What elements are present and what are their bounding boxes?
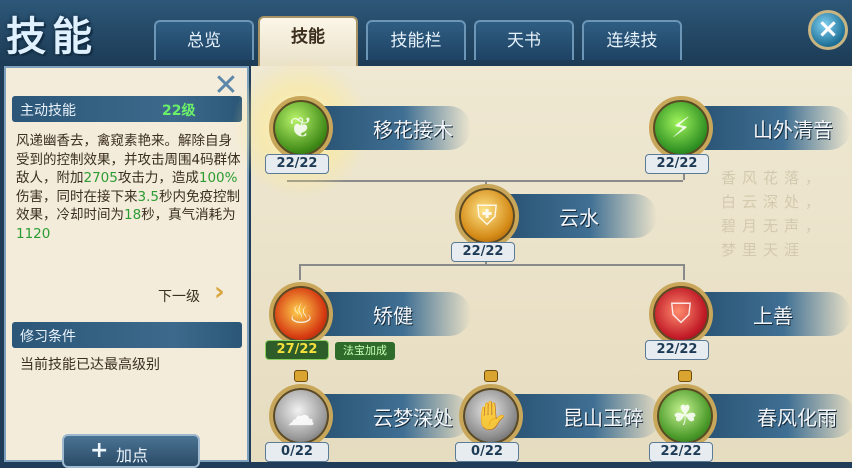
desc-text: 伤害，同时在接下来 [16, 188, 138, 205]
tab-combo[interactable]: 连续技 [582, 20, 682, 60]
skill-detail-panel: ✕ 主动技能 22级 风递幽香去，禽窥素艳来。解除自身受到的控制效果，并攻击周围… [4, 66, 249, 468]
chevron-right-icon[interactable]: › [214, 279, 236, 306]
skill-name: 上善 [753, 304, 793, 328]
lock-icon [484, 370, 498, 382]
tree-connector [299, 264, 683, 266]
tree-connector [683, 264, 685, 280]
close-icon[interactable]: × [808, 10, 848, 50]
skill-name-bar: 云水 [507, 194, 657, 238]
desc-text: 攻击力，造成 [117, 170, 199, 186]
skill-description: 风递幽香去，禽窥素艳来。解除自身受到的控制效果，并攻击周围4码群体敌人，附加27… [16, 132, 242, 243]
tab-label: 天书 [507, 31, 541, 51]
gold-shield-icon[interactable]: ⛨ [455, 184, 519, 248]
skill-name: 山外清音 [753, 118, 833, 142]
artifact-bonus-badge: 法宝加成 [335, 342, 395, 360]
skill-type-label: 主动技能 [20, 103, 76, 119]
red-shield-icon[interactable]: ⛉ [649, 282, 713, 346]
add-point-label: 加点 [116, 446, 149, 465]
skill-tree: 香风花落，白云深处，碧月无声，梦里天涯 移花接木 ❦ 22/22 山外清音 ⚡ … [231, 58, 852, 462]
skill-count: 22/22 [645, 154, 709, 174]
window-title: 技能 [6, 14, 98, 60]
tab-label: 总览 [187, 31, 221, 51]
grey-swirl-icon[interactable]: ☁ [269, 384, 333, 448]
skill-level: 22级 [162, 103, 196, 119]
plus-icon: + [90, 438, 109, 463]
desc-value: 2705 [83, 170, 118, 186]
green-blades-icon[interactable]: ⚡ [649, 96, 713, 160]
tab-label: 技能 [291, 27, 325, 47]
skill-name: 春风化雨 [757, 406, 837, 430]
condition-header: 修习条件 [12, 322, 242, 348]
skill-count: 22/22 [645, 340, 709, 360]
skill-name-bar: 移花接木 [321, 106, 471, 150]
tab-overview[interactable]: 总览 [154, 20, 254, 60]
add-point-button[interactable]: + 加点 [62, 434, 200, 468]
skill-name: 昆山玉碎 [563, 406, 643, 430]
tree-connector [299, 264, 301, 280]
desc-value: 1120 [16, 225, 51, 242]
tab-label: 连续技 [606, 31, 658, 51]
tab-heavenly-book[interactable]: 天书 [474, 20, 574, 60]
green-figure-icon[interactable]: ☘ [653, 384, 717, 448]
skill-count: 27/22 [265, 340, 329, 360]
skill-name: 移花接木 [373, 118, 453, 142]
skill-name: 云水 [559, 206, 599, 230]
skill-name-bar: 上善 [701, 292, 851, 336]
skill-count: 0/22 [455, 442, 519, 462]
desc-value: 100% [198, 170, 238, 186]
skill-count: 22/22 [451, 242, 515, 262]
skill-name-bar: 矫健 [321, 292, 471, 336]
skill-name-bar: 春风化雨 [705, 394, 852, 438]
skill-count: 0/22 [265, 442, 329, 462]
desc-text: 秒，真气消耗为 [141, 207, 236, 223]
skill-count: 22/22 [649, 442, 713, 462]
condition-title: 修习条件 [20, 329, 76, 345]
skill-name-bar: 昆山玉碎 [511, 394, 661, 438]
skill-name-bar: 云梦深处 [321, 394, 471, 438]
lock-icon [294, 370, 308, 382]
skill-name: 矫健 [373, 304, 413, 328]
flame-figure-icon[interactable]: ♨ [269, 282, 333, 346]
flower-leaf-icon[interactable]: ❦ [269, 96, 333, 160]
lock-icon [678, 370, 692, 382]
tab-skill-bar[interactable]: 技能栏 [366, 20, 466, 60]
grey-hand-icon[interactable]: ✋ [459, 384, 523, 448]
next-level-label[interactable]: 下一级 [158, 286, 200, 306]
header-bar: 技能 总览 技能 技能栏 天书 连续技 × [0, 0, 852, 66]
background-calligraphy: 香风花落，白云深处，碧月无声，梦里天涯 [721, 169, 827, 259]
desc-value: 3.5 [137, 188, 159, 205]
condition-text: 当前技能已达最高级别 [20, 357, 160, 373]
desc-value: 18 [124, 207, 142, 223]
skill-name-bar: 山外清音 [701, 106, 851, 150]
skill-type-header: 主动技能 22级 [12, 96, 242, 122]
skill-name: 云梦深处 [373, 406, 453, 430]
tab-label: 技能栏 [390, 31, 442, 51]
skill-count: 22/22 [265, 154, 329, 174]
